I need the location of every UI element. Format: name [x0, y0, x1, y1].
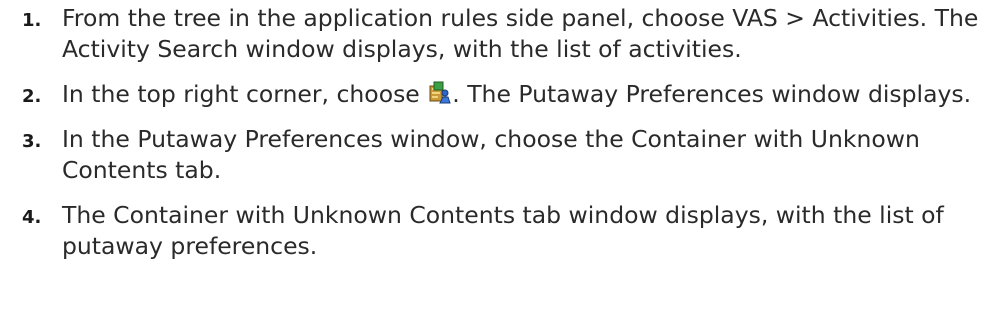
step-item: 3. In the Putaway Preferences window, ch…: [0, 124, 998, 186]
step-item: 4. The Container with Unknown Contents t…: [0, 200, 998, 262]
step-item: 1. From the tree in the application rule…: [0, 3, 998, 65]
step-text: In the Putaway Preferences window, choos…: [62, 125, 920, 184]
putaway-preferences-icon[interactable]: [429, 81, 451, 105]
step-number: 3.: [22, 131, 42, 152]
step-text: The Container with Unknown Contents tab …: [62, 201, 944, 260]
step-number: 2.: [22, 86, 42, 107]
procedure-steps: 1. From the tree in the application rule…: [0, 3, 998, 262]
step-text-after-icon: . The Putaway Preferences window display…: [452, 80, 972, 108]
step-text: From the tree in the application rules s…: [62, 4, 979, 63]
step-item: 2. In the top right corner, choose . The…: [0, 79, 998, 110]
step-number: 1.: [22, 10, 42, 31]
step-text-before-icon: In the top right corner, choose: [62, 80, 428, 108]
step-number: 4.: [22, 207, 42, 228]
